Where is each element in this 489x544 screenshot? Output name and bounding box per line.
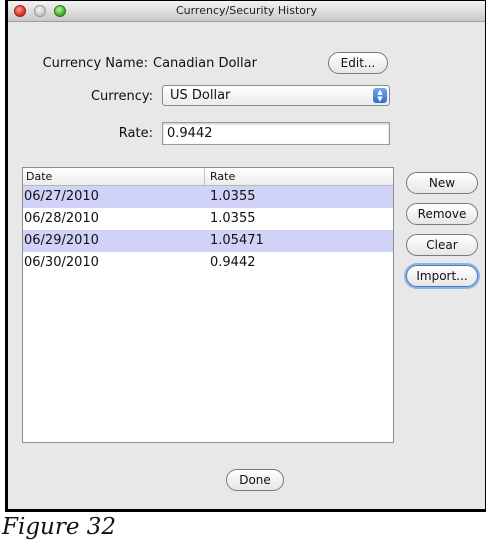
table-row[interactable]: 06/28/2010 1.0355 xyxy=(23,208,393,230)
import-button-label: Import... xyxy=(416,269,468,283)
table-header: Date Rate xyxy=(23,168,393,186)
currency-name-label: Currency Name: xyxy=(42,56,148,71)
rate-cell: 0.9442 xyxy=(210,255,256,270)
date-cell: 06/30/2010 xyxy=(24,255,99,270)
date-cell: 06/27/2010 xyxy=(24,189,99,204)
rate-field[interactable]: 0.9442 xyxy=(162,122,390,145)
table-row[interactable]: 06/27/2010 1.0355 xyxy=(23,186,393,208)
clear-button[interactable]: Clear xyxy=(406,234,478,256)
rate-history-table[interactable]: Date Rate 06/27/2010 1.0355 06/28/2010 1… xyxy=(22,167,394,443)
column-divider xyxy=(204,168,205,185)
currency-label: Currency: xyxy=(90,89,153,104)
currency-select[interactable]: US Dollar ▲ ▼ xyxy=(162,85,390,106)
rate-cell: 1.0355 xyxy=(210,211,256,226)
window-title: Currency/Security History xyxy=(175,4,318,17)
column-header-rate[interactable]: Rate xyxy=(210,170,235,183)
new-button-label: New xyxy=(428,176,456,190)
table-row[interactable]: 06/29/2010 1.05471 xyxy=(23,230,393,252)
new-button[interactable]: New xyxy=(406,172,478,194)
date-cell: 06/28/2010 xyxy=(24,211,99,226)
column-header-date[interactable]: Date xyxy=(26,170,52,183)
edit-button-label: Edit... xyxy=(340,56,376,70)
remove-button-label: Remove xyxy=(417,207,467,221)
table-row[interactable]: 06/30/2010 0.9442 xyxy=(23,252,393,274)
select-arrows-icon: ▲ ▼ xyxy=(373,88,387,103)
rate-cell: 1.05471 xyxy=(210,233,264,248)
currency-name-value: Canadian Dollar xyxy=(153,56,257,71)
rate-label: Rate: xyxy=(118,126,153,141)
dialog-window: Currency/Security History Currency Name:… xyxy=(8,1,485,509)
clear-button-label: Clear xyxy=(426,238,458,252)
currency-select-value: US Dollar xyxy=(170,88,231,103)
rate-cell: 1.0355 xyxy=(210,189,256,204)
date-cell: 06/29/2010 xyxy=(24,233,99,248)
done-button-label: Done xyxy=(239,473,271,487)
edit-button[interactable]: Edit... xyxy=(328,52,388,74)
title-bar[interactable]: Currency/Security History xyxy=(8,1,485,22)
done-button[interactable]: Done xyxy=(226,469,284,491)
import-button[interactable]: Import... xyxy=(406,265,478,287)
remove-button[interactable]: Remove xyxy=(406,203,478,225)
figure-caption: Figure 32 xyxy=(2,514,117,540)
